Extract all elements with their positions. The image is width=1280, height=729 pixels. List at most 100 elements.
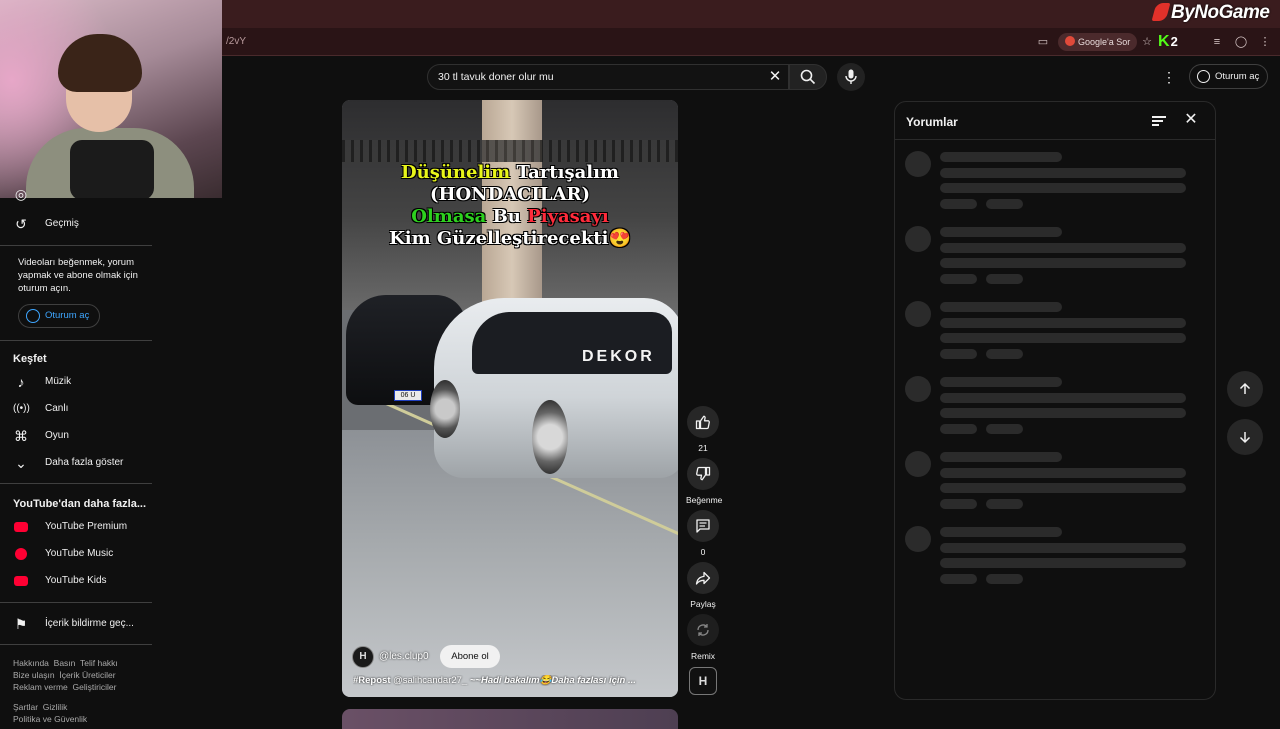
kick-count: 2 [1170, 34, 1178, 49]
search-input[interactable] [438, 71, 758, 83]
sidebar-item-live[interactable]: ((•)) Canlı [0, 396, 152, 422]
comment-skeleton [905, 376, 1205, 442]
overlay-word: Bu [492, 206, 521, 227]
skeleton-bar [940, 527, 1062, 537]
sidebar-item-label: Daha fazla göster [45, 457, 124, 468]
footer-links-row[interactable]: Şartlar Gizlilik [13, 702, 67, 712]
sidebar-divider [0, 245, 152, 246]
share-action[interactable]: Paylaş [686, 562, 720, 609]
comments-header: Yorumlar ✕ [895, 102, 1215, 140]
sidebar-item-show-more[interactable]: ⌄ Daha fazla göster [0, 450, 152, 476]
video-wheel [532, 400, 568, 474]
subscribe-button[interactable]: Abone ol [440, 645, 500, 668]
clear-search-icon[interactable]: ✕ [766, 68, 784, 86]
skeleton-bar [940, 199, 977, 209]
channel-avatar[interactable]: H [352, 646, 374, 668]
footer-link[interactable]: İçerik Üreticiler [59, 670, 115, 680]
footer-link[interactable]: Basın [54, 658, 76, 668]
comment-button[interactable] [687, 510, 719, 542]
voice-search-button[interactable] [837, 63, 865, 91]
cast-icon[interactable]: ▭ [1036, 35, 1050, 49]
skeleton-bar [940, 408, 1186, 418]
sidebar-item-label: Oyun [45, 430, 69, 441]
skeleton-bar [940, 152, 1062, 162]
skeleton-avatar [905, 376, 931, 402]
footer-link[interactable]: Bize ulaşın [13, 670, 55, 680]
bookmark-star-icon[interactable]: ☆ [1140, 35, 1154, 49]
google-sor-label: Google'a Sor [1078, 37, 1131, 47]
search-button[interactable] [789, 64, 827, 90]
google-sor-button[interactable]: Google'a Sor [1058, 33, 1138, 51]
footer-link[interactable]: Telif hakkı [80, 658, 118, 668]
browser-menu-icon[interactable]: ⋮ [1258, 35, 1272, 49]
sound-thumbnail[interactable]: H [689, 667, 717, 695]
video-overlay-caption: Düşünelim Tartışalım (HONDACILAR) Olmasa… [342, 162, 678, 250]
footer-link[interactable]: Reklam verme [13, 682, 68, 692]
footer-link[interactable]: Gizlilik [43, 702, 68, 712]
remix-icon [697, 624, 709, 636]
footer-links-row[interactable]: Reklam verme Geliştiriciler [13, 682, 116, 692]
sidebar-item-label: Canlı [45, 403, 69, 414]
like-action[interactable]: 21 [686, 406, 720, 453]
video-description[interactable]: #Repost @salihcandar27_ ~~Hadi bakalım😂D… [353, 675, 673, 686]
share-label: Paylaş [690, 599, 716, 609]
footer-link[interactable]: Politika ve Güvenlik [13, 714, 87, 724]
skeleton-bar [940, 424, 977, 434]
sidebar-item-youtube-kids[interactable]: YouTube Kids [0, 568, 152, 594]
profile-icon[interactable]: ◯ [1234, 35, 1248, 49]
footer-link[interactable]: Şartlar [13, 702, 38, 712]
signin-prompt: Videoları beğenmek, yorum yapmak ve abon… [18, 257, 138, 294]
close-icon[interactable]: ✕ [1182, 111, 1200, 129]
description-mention[interactable]: @salihcandar27_ [393, 675, 467, 686]
youtube-music-icon [13, 546, 29, 562]
sidebar-item-music[interactable]: ♪ Müzik [0, 369, 152, 395]
sidebar-item-label: Müzik [45, 376, 72, 387]
bynogame-watermark: ByNoGame [1151, 2, 1270, 24]
address-url[interactable]: /2vY [226, 36, 246, 47]
footer-link[interactable]: Geliştiriciler [73, 682, 117, 692]
skeleton-bar [940, 499, 977, 509]
channel-handle[interactable]: @les.clup0 [379, 651, 429, 662]
footer-links-row[interactable]: Hakkında Basın Telif hakkı [13, 658, 118, 668]
skeleton-bar [940, 574, 977, 584]
header-signin-button[interactable]: Oturum aç [1189, 64, 1268, 89]
sidebar-item-report[interactable]: ⚑ İçerik bildirme geç... [0, 611, 152, 637]
reading-list-icon[interactable]: ≡ [1210, 35, 1224, 49]
next-short-preview[interactable] [342, 709, 678, 729]
sidebar-item-youtube-premium[interactable]: YouTube Premium [0, 514, 152, 540]
dislike-button[interactable] [687, 458, 719, 490]
previous-short-button[interactable] [1227, 371, 1263, 407]
footer-links-row[interactable]: Politika ve Güvenlik [13, 714, 87, 724]
sidebar-item-partial[interactable]: ◎ [0, 190, 152, 204]
short-video-player[interactable]: 06 U DEKOR Düşünelim Tartışalım (HONDACI… [342, 100, 678, 697]
description-hashtag[interactable]: #Repost [353, 675, 390, 686]
sort-comments-icon[interactable] [1151, 113, 1169, 129]
footer-link[interactable]: Hakkında [13, 658, 49, 668]
sidebar-signin-button[interactable]: Oturum aç [18, 304, 101, 328]
skeleton-bar [940, 183, 1186, 193]
gaming-icon: ⌘ [14, 428, 28, 444]
share-button[interactable] [687, 562, 719, 594]
kick-extension-icon[interactable]: K2 [1158, 32, 1178, 52]
next-short-button[interactable] [1227, 419, 1263, 455]
sidebar-item-history[interactable]: ↺ Geçmiş [0, 211, 152, 237]
overlay-word: Düşünelim [401, 162, 511, 183]
like-button[interactable] [687, 406, 719, 438]
comment-action[interactable]: 0 [686, 510, 720, 557]
sidebar: ◎ ↺ Geçmiş Videoları beğenmek, yorum yap… [0, 190, 152, 724]
google-lens-icon [1065, 36, 1075, 46]
sidebar-item-gaming[interactable]: ⌘ Oyun [0, 423, 152, 449]
remix-action[interactable]: Remix [686, 614, 720, 661]
microphone-icon [845, 69, 857, 84]
overlay-word: Olmasa [411, 206, 487, 227]
arrow-down-icon [1239, 432, 1251, 444]
more-options-icon[interactable]: ⋮ [1162, 67, 1176, 87]
live-icon: ((•)) [13, 403, 30, 414]
footer-links-row[interactable]: Bize ulaşın İçerik Üreticiler [13, 670, 116, 680]
remix-button[interactable] [687, 614, 719, 646]
skeleton-bar [940, 258, 1186, 268]
sidebar-item-youtube-music[interactable]: YouTube Music [0, 541, 152, 567]
sidebar-divider [0, 602, 152, 603]
dislike-action[interactable]: Beğenme [686, 458, 722, 505]
skeleton-bar [986, 199, 1023, 209]
